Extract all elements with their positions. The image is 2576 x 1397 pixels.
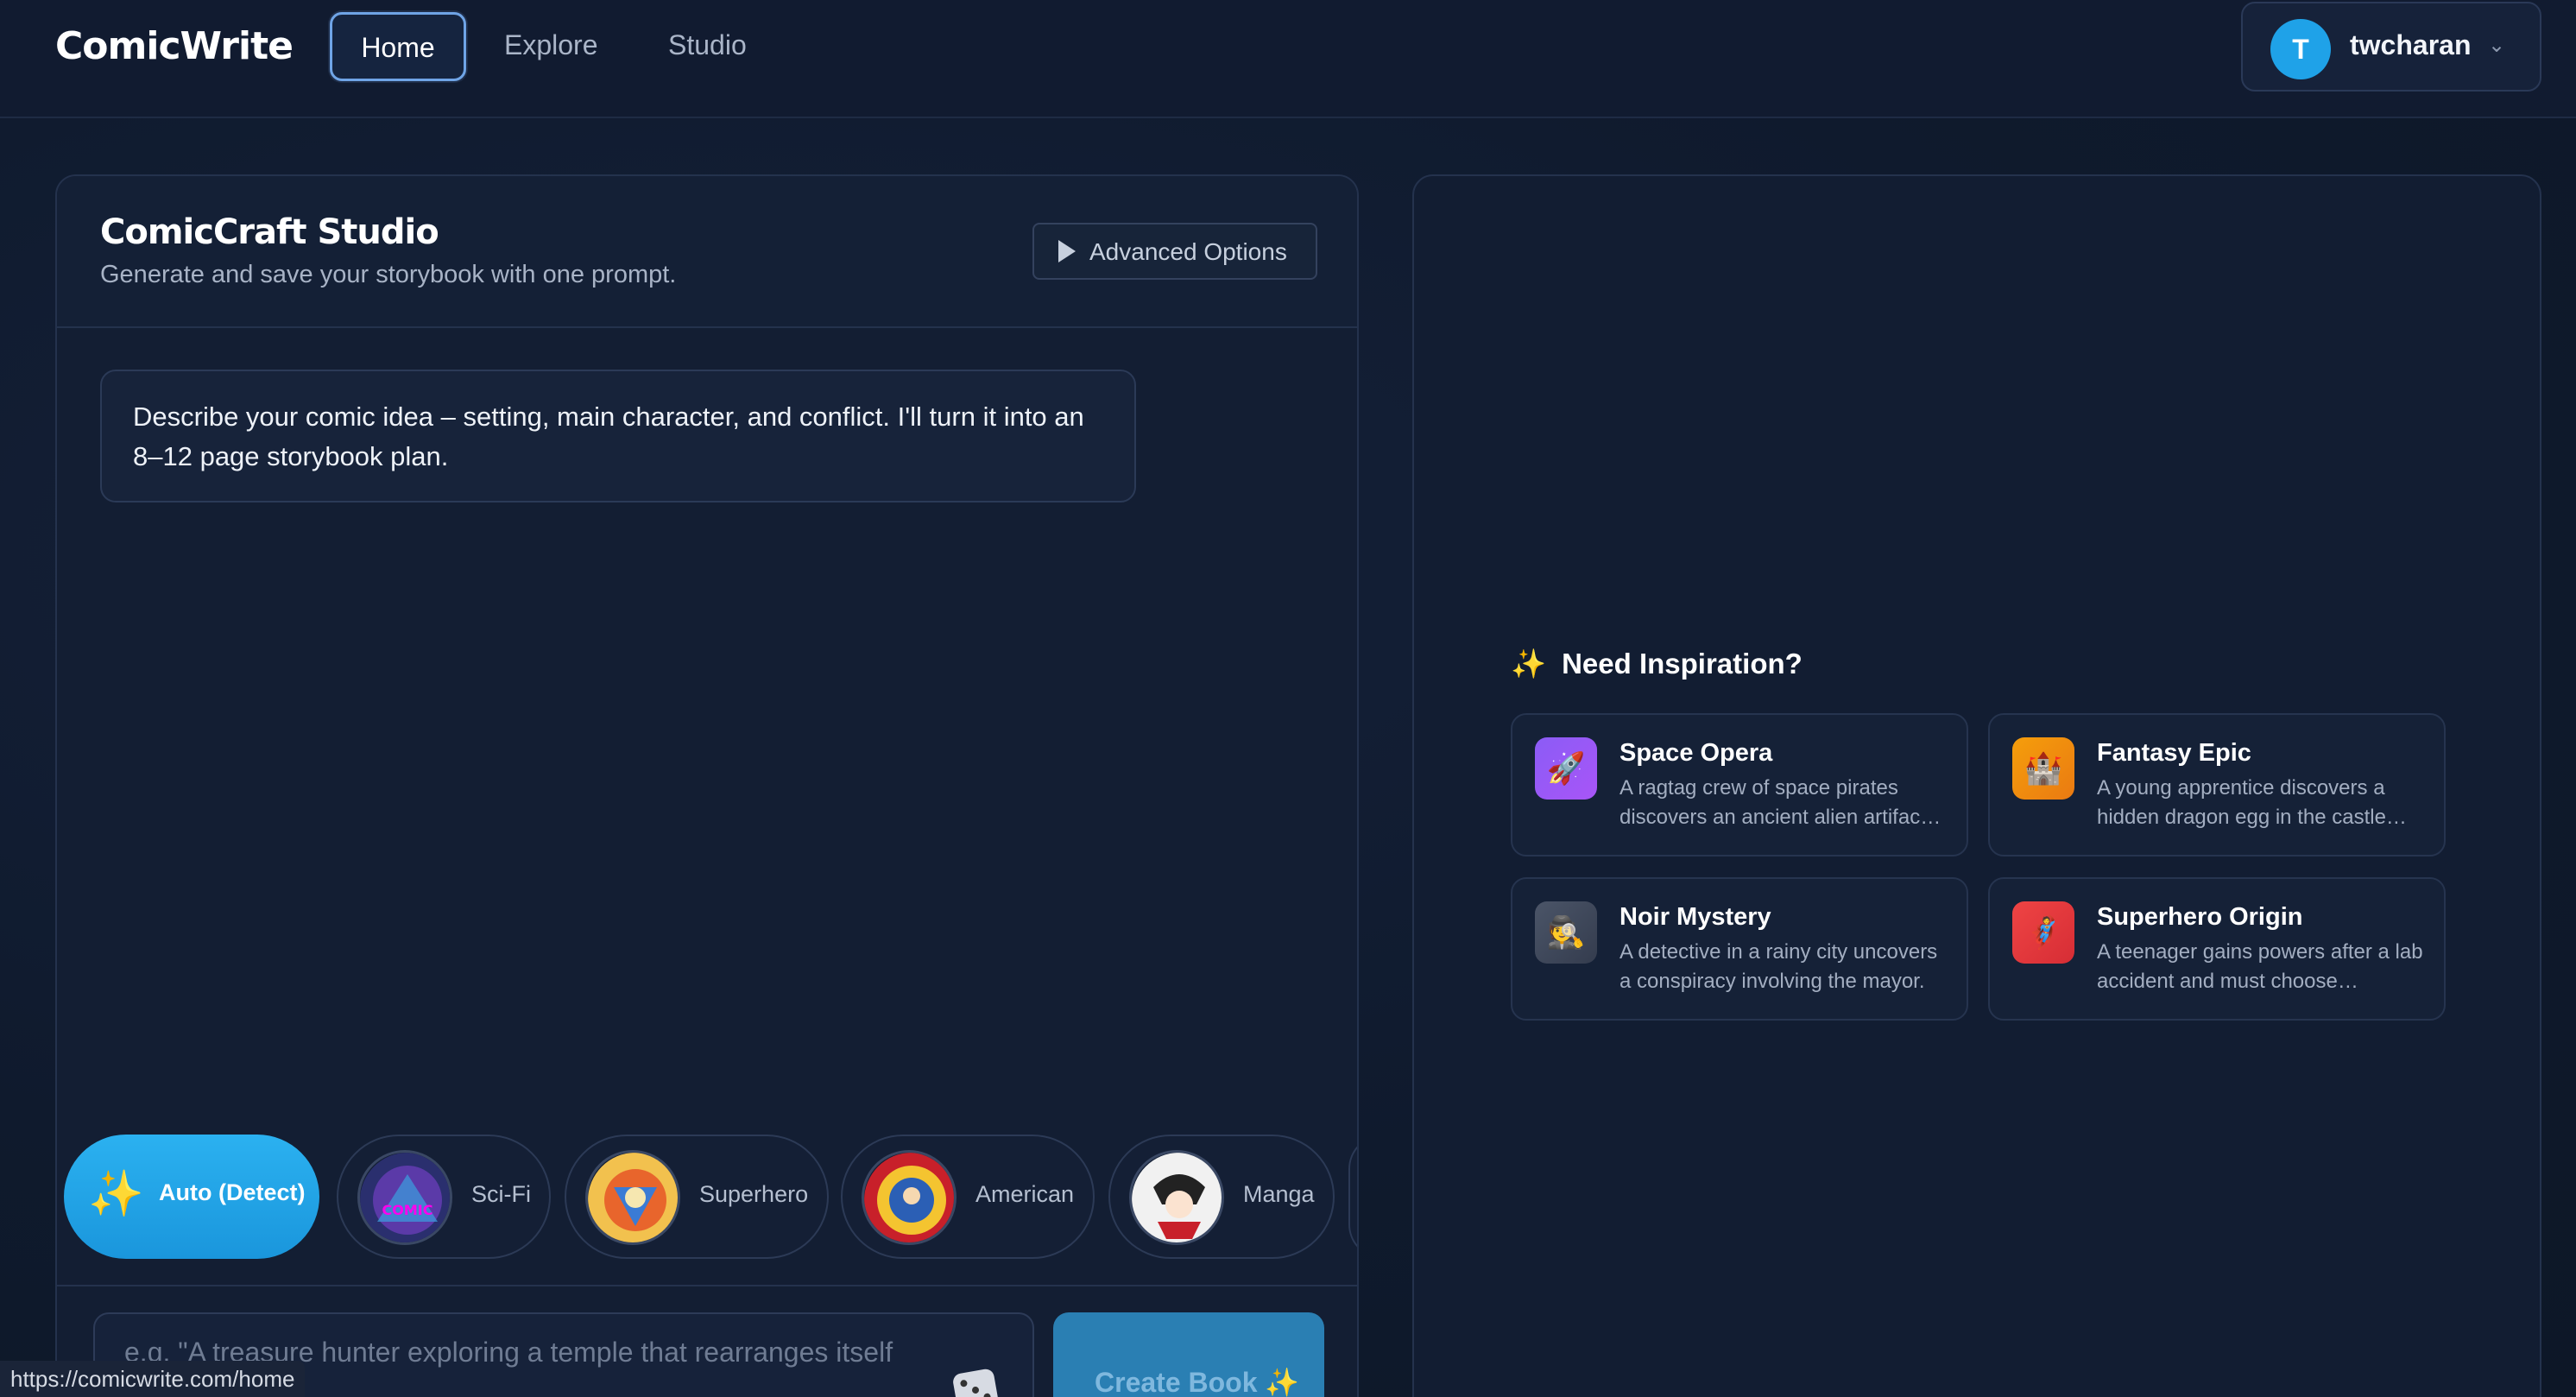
inspiration-panel: ✨ Need Inspiration? 🚀 Space Opera A ragta… bbox=[1412, 174, 2541, 1397]
advanced-options-label: Advanced Options bbox=[1089, 238, 1287, 265]
inspiration-card-fantasy-epic[interactable]: 🏰 Fantasy Epic A young apprentice discov… bbox=[1988, 713, 2446, 857]
svg-text:COMIC: COMIC bbox=[382, 1202, 433, 1218]
castle-icon: 🏰 bbox=[2012, 737, 2074, 800]
avatar: T bbox=[2270, 19, 2331, 79]
superhero-icon: 🦸 bbox=[2012, 901, 2074, 964]
card-description: A detective in a rainy city uncovers a c… bbox=[1619, 940, 1938, 993]
card-description: A teenager gains powers after a lab acci… bbox=[2097, 940, 2423, 993]
inspiration-title: Need Inspiration? bbox=[1562, 648, 1803, 680]
sparkles-icon: ✨ bbox=[1511, 648, 1547, 680]
chevron-down-icon: ⌄ bbox=[2488, 34, 2506, 57]
card-title: Noir Mystery bbox=[1619, 903, 1771, 931]
sparkles-icon: ✨ bbox=[88, 1169, 144, 1219]
play-triangle-icon bbox=[1058, 240, 1076, 262]
superhero-thumbnail-icon bbox=[585, 1150, 680, 1245]
style-chip-american[interactable]: American bbox=[841, 1135, 1095, 1259]
inspiration-card-superhero-origin[interactable]: 🦸 Superhero Origin A teenager gains powe… bbox=[1988, 877, 2446, 1021]
card-description: A ragtag crew of space pirates discovers… bbox=[1619, 776, 1941, 829]
advanced-options-button[interactable]: Advanced Options bbox=[1032, 223, 1317, 280]
american-thumbnail-icon bbox=[862, 1150, 957, 1245]
create-book-button[interactable]: Create Book ✨ bbox=[1053, 1312, 1324, 1397]
inspiration-heading: ✨ Need Inspiration? bbox=[1511, 648, 1803, 681]
studio-header: ComicCraft Studio Generate and save your… bbox=[57, 176, 1357, 328]
style-chip-manga[interactable]: Manga bbox=[1108, 1135, 1335, 1259]
create-book-label: Create Book bbox=[1095, 1367, 1258, 1397]
divider bbox=[57, 1285, 1357, 1286]
studio-title: ComicCraft Studio bbox=[100, 212, 439, 252]
style-chip-label: Superhero bbox=[699, 1181, 809, 1207]
brand-logo[interactable]: ComicWrite bbox=[55, 21, 294, 73]
tab-studio[interactable]: Studio bbox=[639, 12, 776, 81]
top-navbar: ComicWrite Home Explore Studio T twchara… bbox=[0, 0, 2576, 118]
tab-home[interactable]: Home bbox=[330, 12, 466, 81]
sci-fi-thumbnail-icon: COMIC bbox=[357, 1150, 452, 1245]
style-chip-superhero[interactable]: Superhero bbox=[565, 1135, 829, 1259]
user-name: twcharan bbox=[2350, 29, 2472, 60]
style-chip-label: American bbox=[975, 1181, 1075, 1207]
inspiration-card-noir-mystery[interactable]: 🕵 Noir Mystery A detective in a rainy ci… bbox=[1511, 877, 1968, 1021]
rocket-icon: 🚀 bbox=[1535, 737, 1597, 800]
card-description: A young apprentice discovers a hidden dr… bbox=[2097, 776, 2407, 829]
studio-subtitle: Generate and save your storybook with on… bbox=[100, 261, 677, 288]
status-bar-url: https://comicwrite.com/home bbox=[0, 1361, 306, 1397]
tab-explore[interactable]: Explore bbox=[475, 12, 628, 81]
card-title: Fantasy Epic bbox=[2097, 739, 2251, 767]
detective-icon: 🕵 bbox=[1535, 901, 1597, 964]
sparkles-icon: ✨ bbox=[1265, 1367, 1300, 1397]
assistant-message: Describe your comic idea – setting, main… bbox=[100, 370, 1136, 503]
style-chip-label: Sci-Fi bbox=[471, 1181, 531, 1207]
manga-thumbnail-icon bbox=[1129, 1150, 1224, 1245]
style-chip-auto-detect[interactable]: ✨ Auto (Detect) bbox=[64, 1135, 319, 1259]
style-chip-label: Manga bbox=[1243, 1181, 1315, 1207]
inspiration-card-space-opera[interactable]: 🚀 Space Opera A ragtag crew of space pir… bbox=[1511, 713, 1968, 857]
style-chip-label: Auto (Detect) bbox=[159, 1179, 306, 1205]
card-title: Space Opera bbox=[1619, 739, 1773, 767]
style-chip-more[interactable] bbox=[1348, 1135, 1357, 1259]
style-chip-sci-fi[interactable]: COMIC Sci-Fi bbox=[337, 1135, 551, 1259]
card-title: Superhero Origin bbox=[2097, 903, 2303, 931]
studio-panel: ComicCraft Studio Generate and save your… bbox=[55, 174, 1359, 1397]
user-menu[interactable]: T twcharan ⌄ bbox=[2241, 2, 2541, 92]
style-selector: ✨ Auto (Detect) COMIC Sci-Fi Superhero A… bbox=[64, 1135, 1357, 1259]
